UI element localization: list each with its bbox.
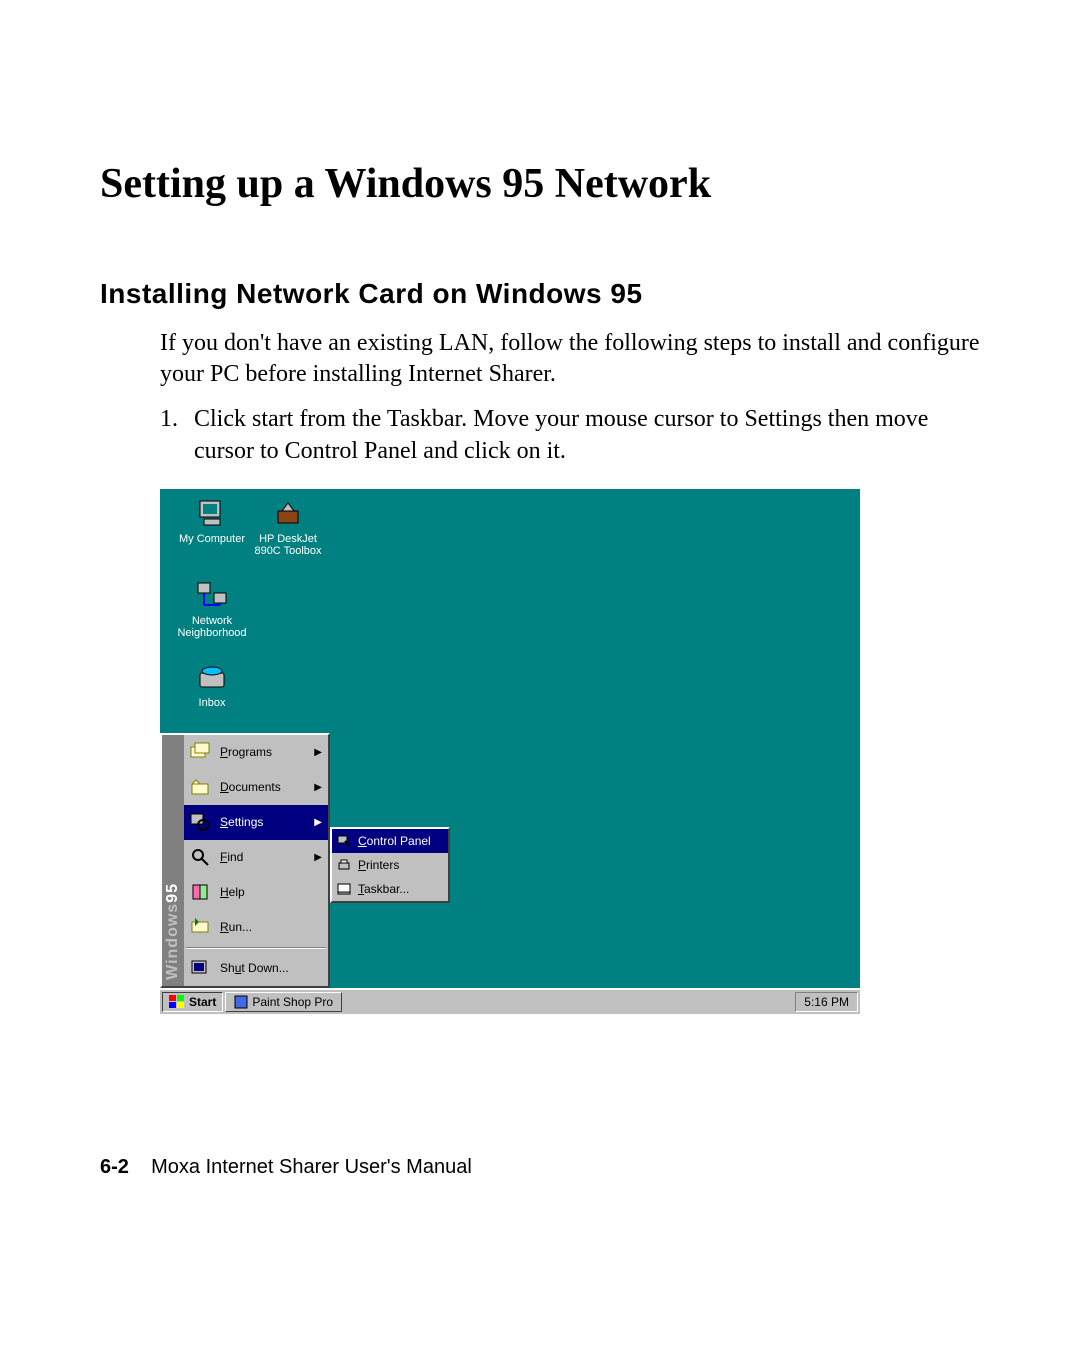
menu-run[interactable]: Run...: [184, 910, 328, 945]
page-title: Setting up a Windows 95 Network: [100, 160, 980, 208]
app-icon: [234, 995, 248, 1009]
icon-label: My Computer: [174, 533, 250, 545]
menu-label: Programs: [220, 745, 306, 759]
menu-label: Settings: [220, 815, 306, 829]
menu-label: Run...: [220, 920, 322, 934]
clock-text: 5:16 PM: [804, 995, 849, 1009]
computer-icon: [196, 497, 228, 529]
chevron-right-icon: ▶: [314, 852, 322, 863]
menu-label: Help: [220, 885, 322, 899]
menu-find[interactable]: Find ▶: [184, 840, 328, 875]
desktop-icon-hp-deskjet[interactable]: HP DeskJet 890C Toolbox: [250, 497, 326, 557]
submenu-label: Control Panel: [358, 834, 431, 848]
taskbar: Start Paint Shop Pro 5:16 PM: [160, 988, 860, 1014]
programs-icon: [188, 740, 212, 764]
submenu-taskbar[interactable]: Taskbar...: [332, 877, 448, 901]
run-icon: [188, 915, 212, 939]
taskbar-app-label: Paint Shop Pro: [252, 995, 333, 1009]
step-1: 1. Click start from the Taskbar. Move yo…: [160, 404, 980, 466]
footer-title: Moxa Internet Sharer User's Manual: [151, 1156, 472, 1178]
shutdown-icon: [188, 956, 212, 980]
control-panel-icon: [336, 833, 352, 849]
page-number: 6-2: [100, 1156, 129, 1178]
chevron-right-icon: ▶: [314, 782, 322, 793]
start-menu-brand: Windows95: [162, 735, 184, 986]
icon-label: HP DeskJet 890C Toolbox: [250, 533, 326, 557]
page-footer: 6-2 Moxa Internet Sharer User's Manual: [100, 1156, 472, 1179]
printers-icon: [336, 857, 352, 873]
taskbar-icon: [336, 881, 352, 897]
menu-settings[interactable]: Settings ▶: [184, 805, 328, 840]
menu-separator: [186, 947, 326, 949]
section-heading: Installing Network Card on Windows 95: [100, 278, 980, 310]
intro-paragraph: If you don't have an existing LAN, follo…: [160, 328, 980, 390]
chevron-right-icon: ▶: [314, 817, 322, 828]
inbox-icon: [196, 661, 228, 693]
menu-label: Find: [220, 850, 306, 864]
submenu-printers[interactable]: Printers: [332, 853, 448, 877]
start-menu: Windows95 Programs ▶ Documents ▶: [160, 733, 330, 988]
step-number: 1.: [160, 404, 194, 466]
menu-shutdown[interactable]: Shut Down...: [184, 951, 328, 986]
menu-programs[interactable]: Programs ▶: [184, 735, 328, 770]
icon-label: Inbox: [174, 697, 250, 709]
desktop-icon-inbox[interactable]: Inbox: [174, 661, 250, 709]
menu-label: Documents: [220, 780, 306, 794]
windows-logo-icon: [169, 995, 185, 1009]
submenu-label: Printers: [358, 858, 399, 872]
menu-documents[interactable]: Documents ▶: [184, 770, 328, 805]
help-icon: [188, 880, 212, 904]
system-tray-clock: 5:16 PM: [795, 992, 858, 1012]
start-label: Start: [189, 995, 216, 1009]
menu-label: Shut Down...: [220, 961, 322, 975]
chevron-right-icon: ▶: [314, 747, 322, 758]
find-icon: [188, 845, 212, 869]
desktop-icon-network-neighborhood[interactable]: Network Neighborhood: [174, 579, 250, 639]
settings-submenu: Control Panel Printers Taskbar...: [330, 827, 450, 903]
start-button[interactable]: Start: [162, 992, 223, 1012]
submenu-label: Taskbar...: [358, 882, 409, 896]
menu-help[interactable]: Help: [184, 875, 328, 910]
step-text: Click start from the Taskbar. Move your …: [194, 404, 980, 466]
submenu-control-panel[interactable]: Control Panel: [332, 829, 448, 853]
icon-label: Network Neighborhood: [174, 615, 250, 639]
network-icon: [196, 579, 228, 611]
toolbox-icon: [272, 497, 304, 529]
taskbar-app-paint-shop-pro[interactable]: Paint Shop Pro: [225, 992, 342, 1012]
desktop-icon-my-computer[interactable]: My Computer: [174, 497, 250, 545]
win95-desktop-screenshot: My Computer HP DeskJet 890C Toolbox Netw…: [160, 489, 860, 1014]
documents-icon: [188, 775, 212, 799]
settings-icon: [188, 810, 212, 834]
